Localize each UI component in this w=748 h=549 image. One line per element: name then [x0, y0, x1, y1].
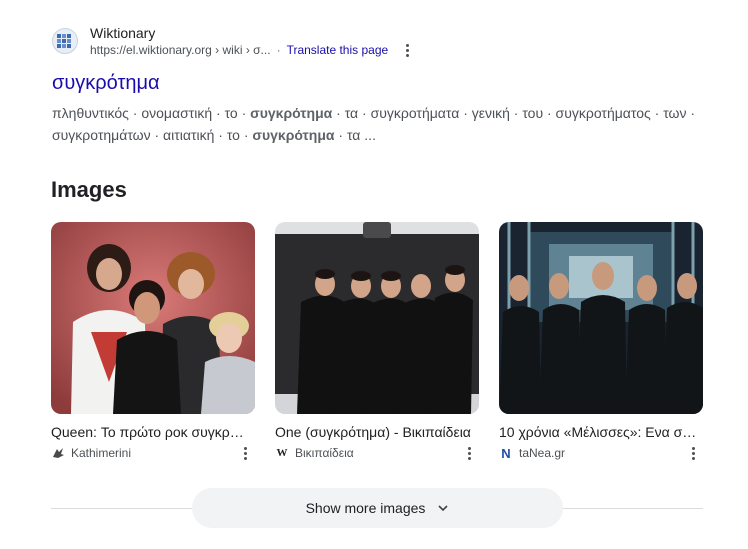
image-card[interactable]: Queen: Το πρώτο ροκ συγκρότημα Kathimeri… [51, 222, 255, 461]
band-photo-image[interactable] [499, 222, 703, 414]
image-source-name[interactable]: Βικιπαίδεια [295, 446, 354, 460]
wikipedia-w-icon: W [276, 447, 288, 459]
band-photo-image[interactable] [275, 222, 479, 414]
result-snippet: πληθυντικός · ονομαστική · το · συγκρότη… [52, 102, 712, 146]
chevron-down-icon [437, 502, 449, 514]
image-card[interactable]: 10 χρόνια «Μέλισσες»: Ενα συγκρότημα N t… [499, 222, 703, 461]
site-info-row: Wiktionary https://el.wiktionary.org › w… [52, 24, 712, 58]
snippet-line-2: συγκροτημάτων · αιτιατική · το · συγκρότ… [52, 124, 712, 146]
image-caption[interactable]: 10 χρόνια «Μέλισσες»: Ενα συγκρότημα [499, 423, 699, 441]
snippet-text: συγκροτημάτων · αιτιατική · το · [52, 127, 253, 143]
site-name[interactable]: Wiktionary [90, 24, 412, 42]
url-row: https://el.wiktionary.org › wiki › σ... … [90, 42, 412, 58]
url-separator: · [276, 43, 281, 57]
snippet-highlight: συγκρότημα [250, 105, 333, 121]
translate-page-link[interactable]: Translate this page [287, 42, 389, 58]
image-card[interactable]: One (συγκρότημα) - Βικιπαίδεια W Βικιπαί… [275, 222, 479, 461]
snippet-text: · τα ... [334, 127, 376, 143]
more-options-icon[interactable] [692, 446, 695, 460]
show-more-label: Show more images [305, 500, 426, 516]
site-meta: Wiktionary https://el.wiktionary.org › w… [90, 24, 412, 58]
image-source-name[interactable]: Kathimerini [71, 446, 131, 460]
image-source-row: W Βικιπαίδεια [275, 445, 479, 461]
more-options-icon[interactable] [402, 43, 412, 57]
image-source-row: Kathimerini [51, 445, 255, 461]
tanea-n-icon: N [501, 445, 511, 461]
search-result: Wiktionary https://el.wiktionary.org › w… [52, 24, 712, 146]
divider [563, 508, 703, 509]
more-options-icon[interactable] [244, 446, 247, 460]
image-source-name[interactable]: taNea.gr [519, 446, 565, 460]
image-caption[interactable]: One (συγκρότημα) - Βικιπαίδεια [275, 423, 475, 441]
result-title-link[interactable]: συγκρότημα [52, 70, 712, 96]
band-photo-image[interactable] [51, 222, 255, 414]
result-url[interactable]: https://el.wiktionary.org › wiki › σ... [90, 42, 271, 58]
snippet-highlight: συγκρότημα [252, 127, 335, 143]
image-source-row: N taNea.gr [499, 445, 703, 461]
snippet-text: πληθυντικός · ονομαστική · το · [52, 105, 251, 121]
show-more-images-button[interactable]: Show more images [192, 488, 563, 528]
snippet-line-1: πληθυντικός · ονομαστική · το · συγκρότη… [52, 102, 712, 124]
images-heading: Images [51, 177, 127, 202]
divider [51, 508, 192, 509]
snippet-text: · τα · συγκροτήματα · γενική · του · συγ… [332, 105, 696, 121]
more-options-icon[interactable] [468, 446, 471, 460]
kathimerini-bird-icon [51, 446, 65, 460]
wiktionary-favicon-icon[interactable] [52, 28, 78, 54]
image-caption[interactable]: Queen: Το πρώτο ροκ συγκρότημα [51, 423, 251, 441]
